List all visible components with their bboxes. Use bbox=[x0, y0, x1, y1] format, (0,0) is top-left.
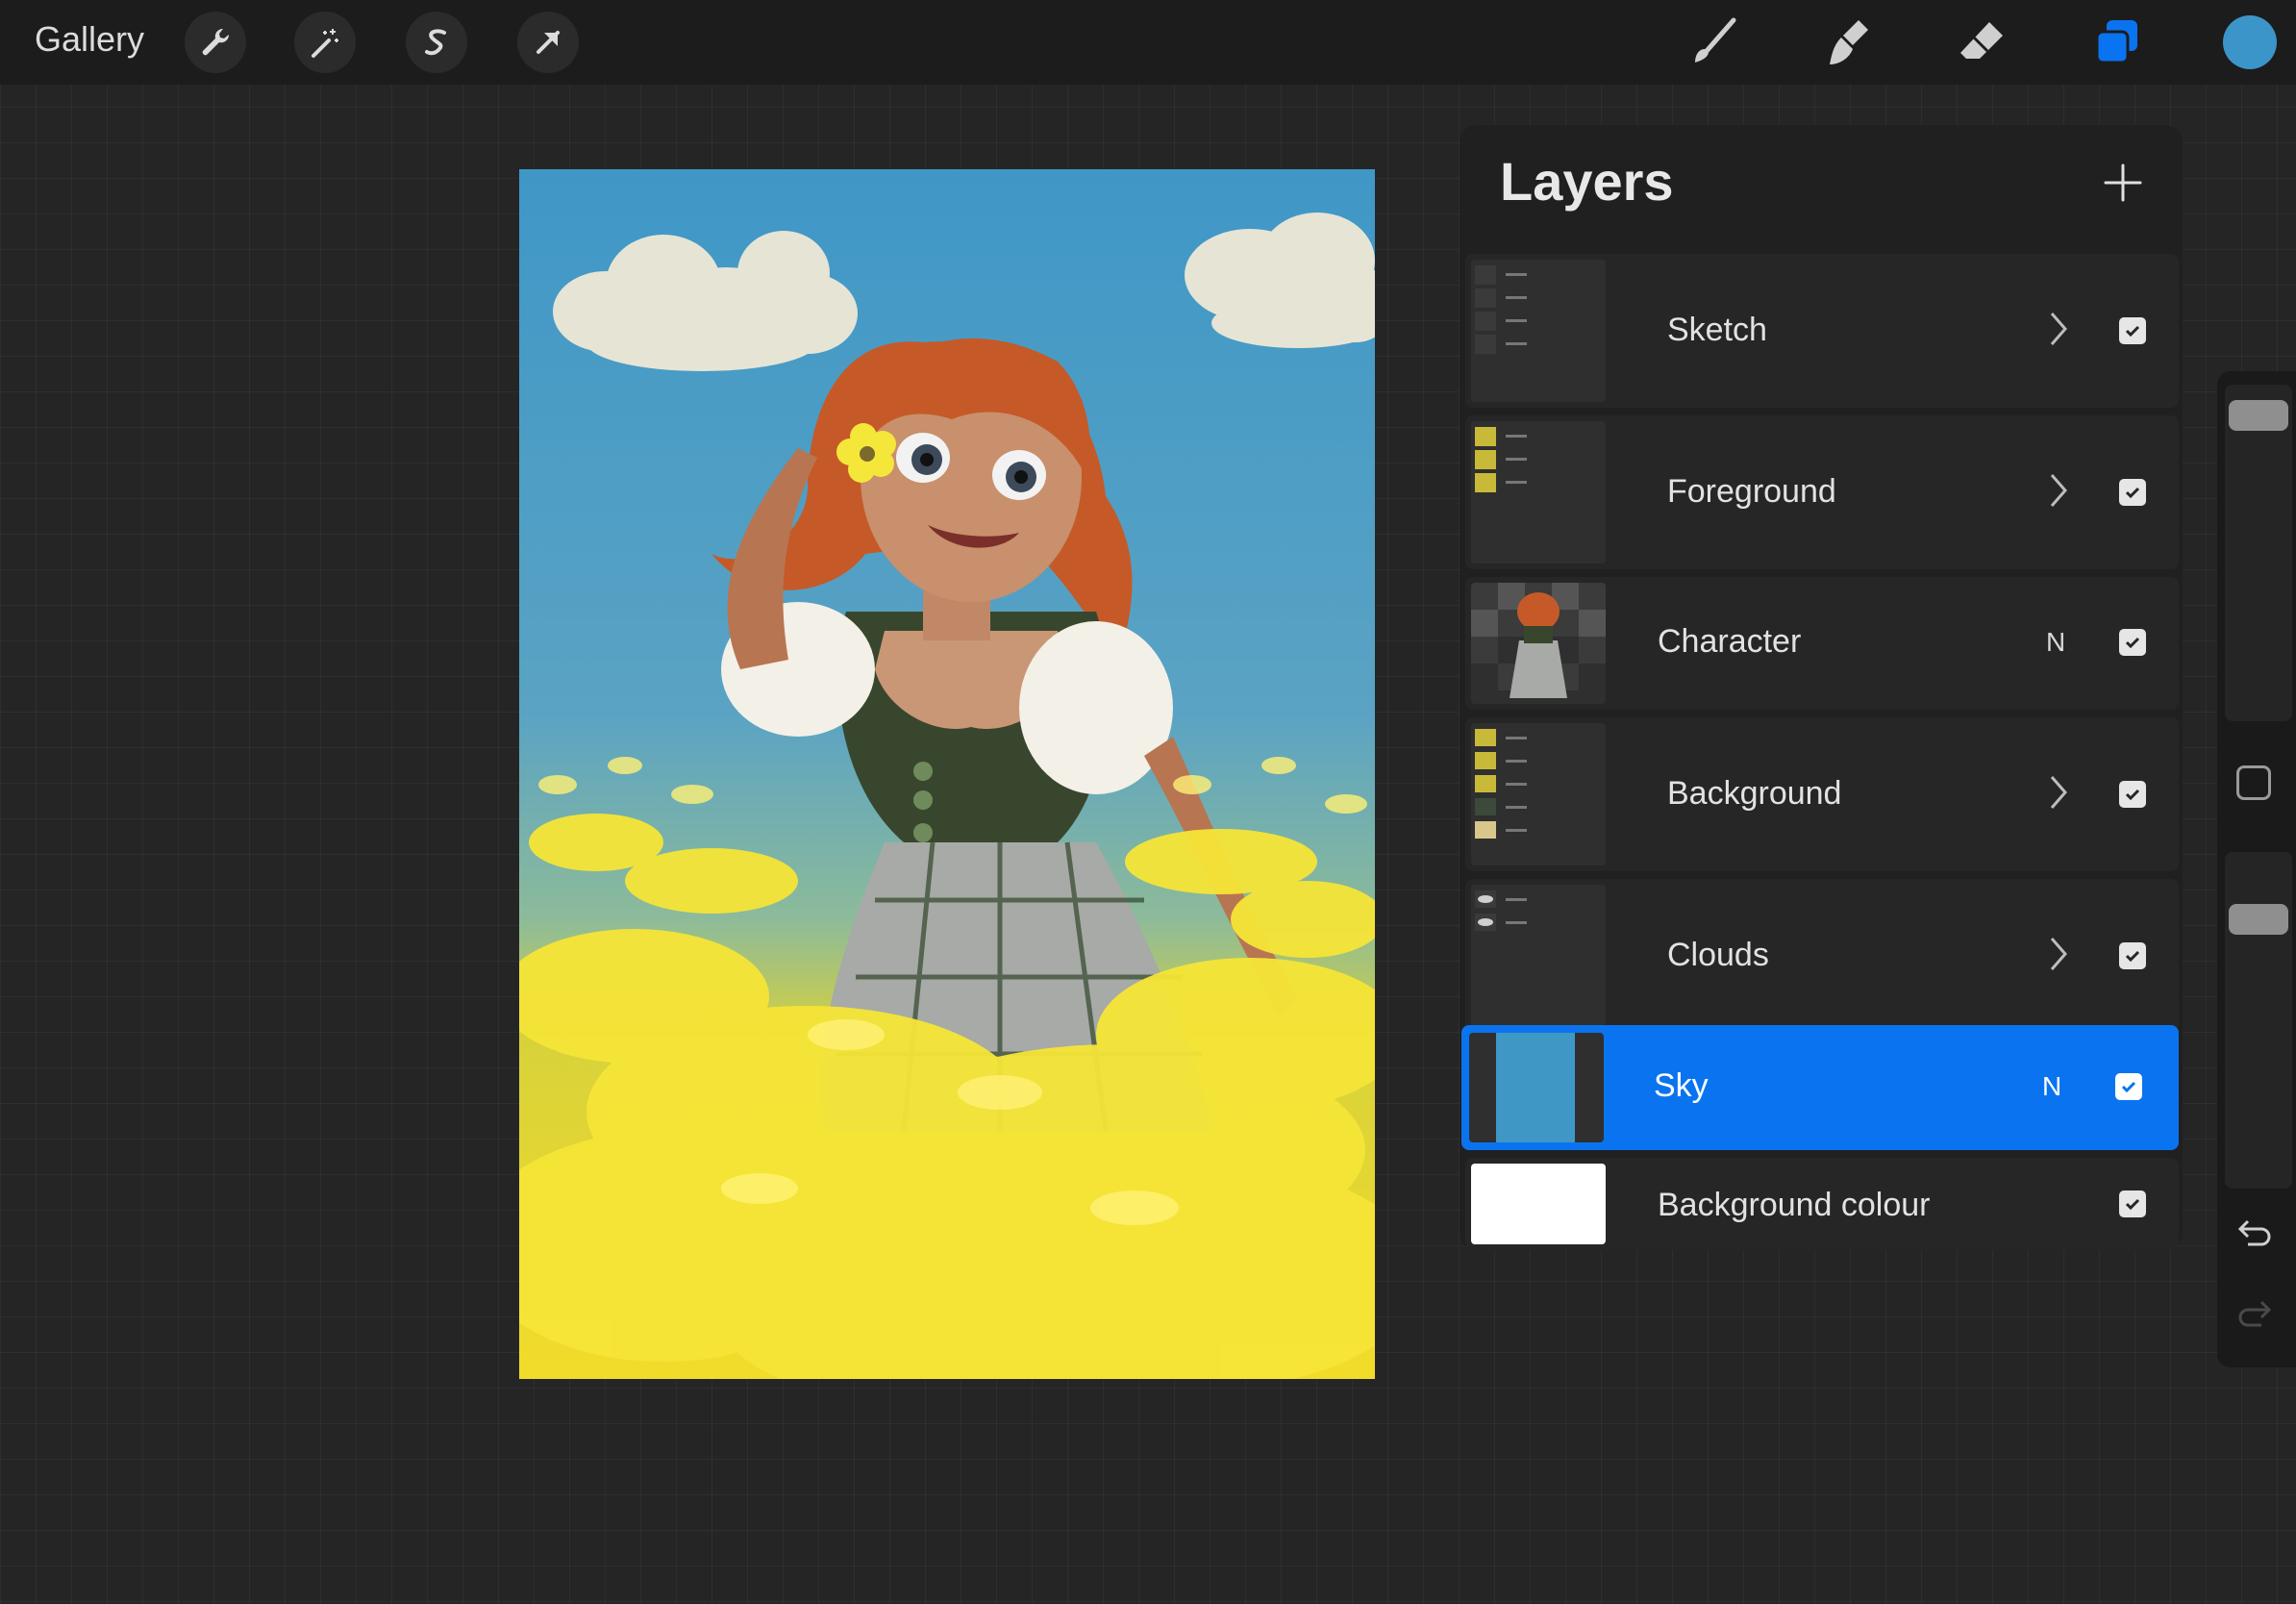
layer-thumbnail bbox=[1471, 260, 1606, 402]
brush-icon[interactable] bbox=[1685, 13, 1742, 71]
layers-icon[interactable] bbox=[2088, 13, 2146, 71]
layer-row-background-colour[interactable]: Background colour bbox=[1465, 1158, 2179, 1250]
wrench-icon[interactable] bbox=[185, 12, 246, 73]
visibility-checkbox[interactable] bbox=[2119, 942, 2146, 969]
opacity-slider[interactable] bbox=[2225, 852, 2292, 1189]
plus-icon[interactable] bbox=[2100, 160, 2146, 206]
layer-name: Foreground bbox=[1667, 473, 1836, 510]
color-picker-button[interactable] bbox=[2223, 15, 2277, 69]
chevron-right-icon[interactable] bbox=[2046, 471, 2071, 510]
eyedropper-modifier-button[interactable] bbox=[2236, 765, 2271, 800]
layer-row-foreground[interactable]: Foreground bbox=[1465, 415, 2179, 569]
artwork-illustration bbox=[519, 213, 1375, 1379]
undo-icon[interactable] bbox=[2234, 1216, 2275, 1250]
blend-mode-button[interactable]: N bbox=[2042, 1071, 2061, 1102]
chevron-right-icon[interactable] bbox=[2046, 773, 2071, 812]
slider-handle[interactable] bbox=[2229, 904, 2288, 935]
layer-thumbnail bbox=[1471, 1164, 1606, 1244]
visibility-checkbox[interactable] bbox=[2115, 1073, 2142, 1100]
visibility-checkbox[interactable] bbox=[2119, 1190, 2146, 1217]
layer-row-background[interactable]: Background bbox=[1465, 717, 2179, 871]
selection-s-icon[interactable] bbox=[406, 12, 467, 73]
artwork-canvas[interactable] bbox=[519, 169, 1375, 1379]
redo-icon[interactable] bbox=[2234, 1296, 2275, 1331]
layer-thumbnail bbox=[1469, 1033, 1604, 1142]
layer-row-sketch[interactable]: Sketch bbox=[1465, 254, 2179, 408]
layer-thumbnail bbox=[1471, 885, 1606, 1027]
layer-name: Background colour bbox=[1658, 1187, 1931, 1223]
blend-mode-button[interactable]: N bbox=[2046, 627, 2065, 658]
brush-sidebar bbox=[2217, 371, 2296, 1367]
visibility-checkbox[interactable] bbox=[2119, 479, 2146, 506]
layer-name: Sketch bbox=[1667, 312, 1767, 348]
eraser-icon[interactable] bbox=[1954, 13, 2011, 71]
chevron-right-icon[interactable] bbox=[2046, 310, 2071, 348]
layer-row-clouds[interactable]: Clouds bbox=[1465, 879, 2179, 1033]
visibility-checkbox[interactable] bbox=[2119, 781, 2146, 808]
layer-row-character[interactable]: Character N bbox=[1465, 577, 2179, 710]
layer-name: Background bbox=[1667, 775, 1842, 812]
layer-name: Sky bbox=[1654, 1067, 1709, 1104]
gallery-button[interactable]: Gallery bbox=[35, 19, 144, 60]
visibility-checkbox[interactable] bbox=[2119, 317, 2146, 344]
layers-panel: Layers Sketch Foreground Character N Bac… bbox=[1460, 125, 2183, 1250]
top-toolbar: Gallery bbox=[0, 0, 2296, 85]
layer-thumbnail bbox=[1471, 723, 1606, 865]
visibility-checkbox[interactable] bbox=[2119, 629, 2146, 656]
brush-size-slider[interactable] bbox=[2225, 385, 2292, 721]
layer-row-sky[interactable]: Sky N bbox=[1461, 1025, 2179, 1150]
arrow-transform-icon[interactable] bbox=[517, 12, 579, 73]
chevron-right-icon[interactable] bbox=[2046, 935, 2071, 973]
magic-wand-icon[interactable] bbox=[294, 12, 356, 73]
layer-name: Character bbox=[1658, 623, 1802, 660]
smudge-icon[interactable] bbox=[1819, 13, 1877, 71]
layer-thumbnail bbox=[1471, 583, 1606, 704]
layer-thumbnail bbox=[1471, 421, 1606, 564]
slider-handle[interactable] bbox=[2229, 400, 2288, 431]
layers-panel-title: Layers bbox=[1500, 151, 1674, 212]
layer-name: Clouds bbox=[1667, 937, 1769, 973]
